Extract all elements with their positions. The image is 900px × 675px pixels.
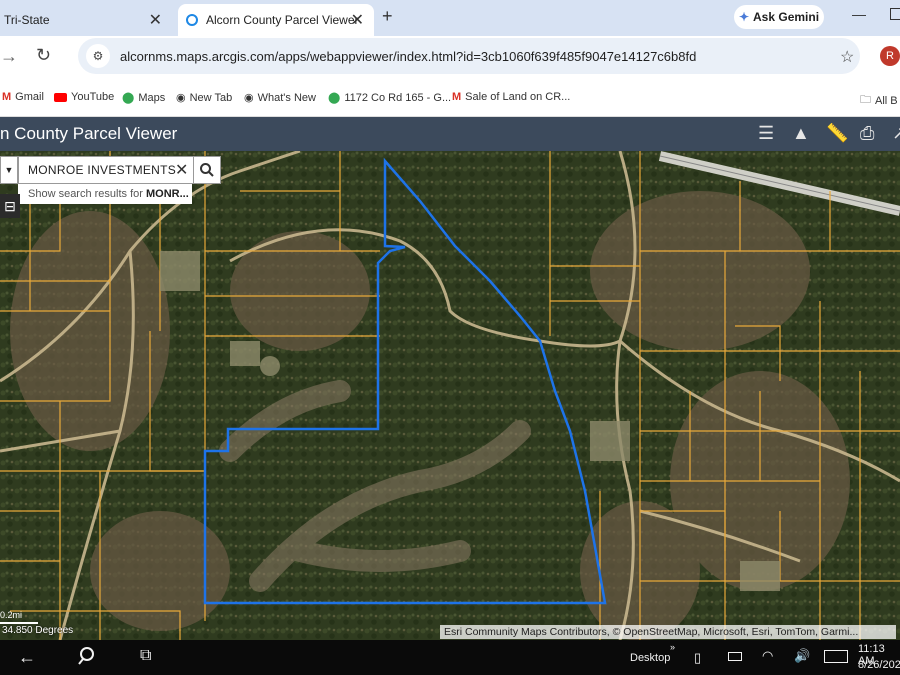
- scale-bar: [0, 622, 38, 624]
- ask-gemini-button[interactable]: ✦ Ask Gemini: [734, 5, 824, 29]
- bookmark-label: All B: [875, 94, 898, 107]
- coordinate-readout: 34.850 Degrees: [2, 625, 74, 636]
- suggestion-prefix: Show search results for: [28, 188, 146, 200]
- task-view-icon[interactable]: ⧉: [140, 647, 151, 665]
- bookmark-label: YouTube: [71, 91, 115, 103]
- gemini-icon: ✦: [738, 10, 750, 24]
- desktop-label[interactable]: Desktop: [630, 652, 670, 664]
- bookmark-youtube[interactable]: YouTube: [54, 91, 114, 103]
- bookmark-new-tab[interactable]: ◉ New Tab: [176, 91, 233, 105]
- clear-search-icon[interactable]: ✕: [175, 160, 188, 180]
- maximize-icon[interactable]: [890, 8, 900, 20]
- gmail-icon: M: [452, 91, 462, 103]
- chevron-up-icon[interactable]: »: [670, 642, 675, 652]
- map-view[interactable]: [0, 151, 900, 640]
- keyboard-icon[interactable]: [824, 650, 848, 663]
- bookmark-sale-of-land[interactable]: M Sale of Land on CR...: [452, 91, 570, 103]
- bookmark-co-rd-165[interactable]: ⬤ 1172 Co Rd 165 - G...: [328, 91, 452, 105]
- bookmark-maps[interactable]: ⬤ Maps: [122, 91, 166, 105]
- bookmark-whats-new[interactable]: ◉ What's New: [244, 91, 316, 105]
- phone-link-icon[interactable]: ▯: [694, 650, 701, 666]
- gmail-icon: M: [2, 91, 12, 103]
- battery-icon[interactable]: [728, 652, 742, 661]
- bookmark-star-icon[interactable]: ☆: [840, 47, 854, 67]
- suggestion-term: MONR...: [146, 188, 189, 200]
- app-title: n County Parcel Viewer: [0, 124, 178, 143]
- bookmark-label: What's New: [257, 91, 316, 104]
- print-icon[interactable]: ⎙: [860, 123, 874, 144]
- search-icon: [200, 163, 214, 177]
- wifi-icon[interactable]: ◠: [762, 648, 773, 664]
- tab-tri-state[interactable]: Tri-State ✕: [0, 4, 172, 36]
- share-icon[interactable]: ↗: [892, 123, 900, 144]
- search-button[interactable]: [193, 156, 221, 184]
- back-arrow-icon[interactable]: ←: [18, 647, 36, 668]
- bookmark-label: New Tab: [189, 91, 233, 104]
- bookmark-gmail[interactable]: M Gmail: [2, 91, 44, 103]
- folder-icon: 🗀: [860, 94, 871, 106]
- site-settings-icon[interactable]: ⚙: [86, 44, 110, 68]
- url-text[interactable]: alcornms.maps.arcgis.com/apps/webappview…: [120, 49, 696, 64]
- aerial-map: [0, 151, 900, 640]
- basemap-icon[interactable]: ▲: [792, 123, 810, 144]
- profile-avatar[interactable]: R: [880, 46, 900, 66]
- search-suggestion[interactable]: Show search results for MONR...: [18, 184, 192, 204]
- tab-label: Tri-State: [4, 13, 50, 27]
- scale-label: 0.2mi: [0, 610, 23, 620]
- bookmark-label: Gmail: [15, 91, 44, 103]
- measure-icon[interactable]: 📏: [826, 123, 848, 144]
- close-icon[interactable]: ✕: [149, 10, 162, 30]
- bookmark-label: 1172 Co Rd 165 - G...: [344, 91, 452, 104]
- layers-icon[interactable]: ☰: [758, 123, 774, 144]
- map-attribution: Esri Community Maps Contributors, © Open…: [440, 625, 896, 639]
- close-icon[interactable]: ✕: [351, 10, 364, 30]
- maps-icon: ⬤: [328, 92, 341, 104]
- tab-label: Alcorn County Parcel Viewer: [206, 13, 359, 27]
- search-input-value[interactable]: MONROE INVESTMENTS: [28, 163, 176, 177]
- search-dropdown-button[interactable]: ▼: [0, 156, 18, 184]
- chrome-icon: ◉: [244, 92, 254, 104]
- taskbar-search-icon[interactable]: [78, 646, 98, 671]
- bookmark-all-bookmarks[interactable]: 🗀 All B: [860, 91, 898, 110]
- clock-date[interactable]: 8/26/2024: [858, 659, 900, 671]
- maps-icon: ⬤: [122, 92, 135, 104]
- new-tab-icon[interactable]: +: [382, 6, 393, 27]
- bookmark-label: Sale of Land on CR...: [465, 91, 571, 103]
- chrome-icon: ◉: [176, 92, 186, 104]
- youtube-icon: [54, 92, 67, 102]
- arcgis-icon: [186, 14, 198, 26]
- ask-gemini-label: Ask Gemini: [753, 10, 820, 24]
- reload-icon[interactable]: ↻: [36, 45, 51, 66]
- volume-icon[interactable]: 🔊: [794, 648, 810, 664]
- bookmark-label: Maps: [138, 91, 166, 104]
- forward-icon[interactable]: →: [0, 46, 18, 67]
- sidebar-toggle-icon[interactable]: ⊟: [0, 194, 20, 218]
- tab-parcel-viewer[interactable]: Alcorn County Parcel Viewer ✕: [178, 4, 374, 36]
- minimize-icon[interactable]: —: [852, 6, 866, 22]
